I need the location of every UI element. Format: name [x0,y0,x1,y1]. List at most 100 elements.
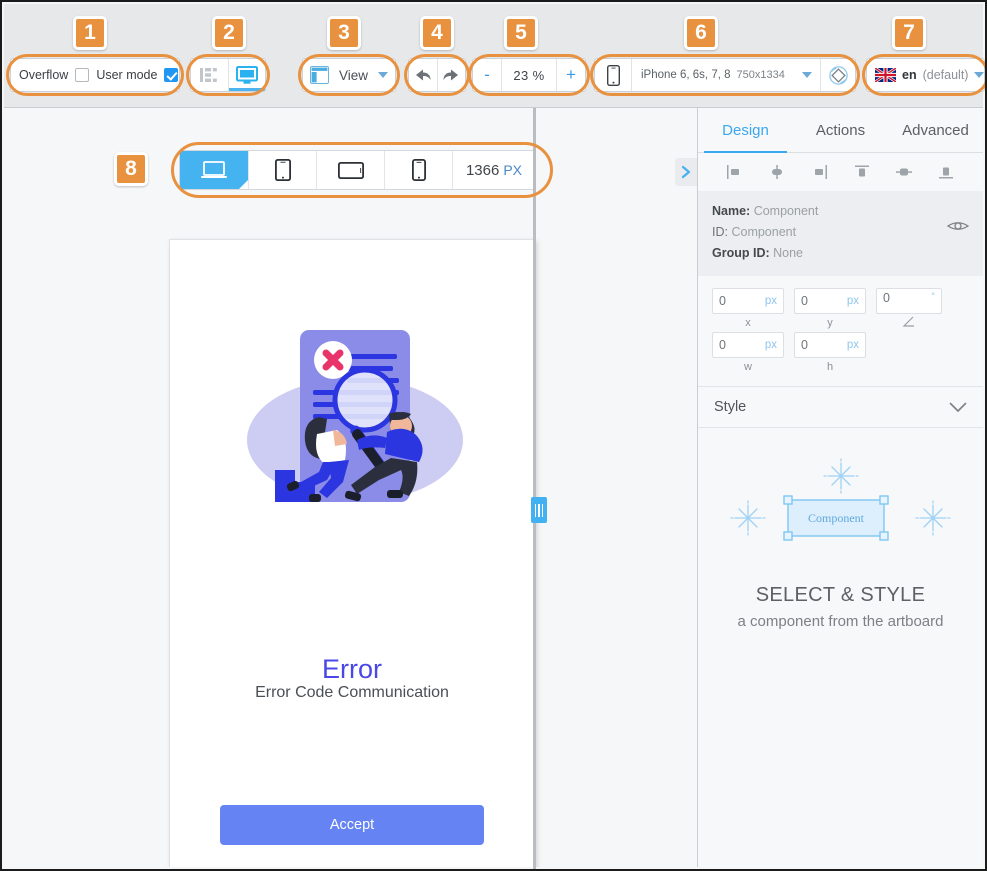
visibility-toggle[interactable] [946,219,970,238]
empty-state: Component SELECT & STYLE a component fro… [698,428,983,633]
align-bottom-button[interactable] [933,163,959,181]
align-middle-vertical-button[interactable] [891,163,917,181]
language-default-label: (default) [922,68,969,82]
canvas-right-edge [533,108,536,869]
zoom-in-button[interactable]: + [557,59,585,91]
device-resolution: 750x1334 [736,69,785,81]
meta-id-row: ID: Component [712,222,969,243]
field-rotation: 0 ° [876,288,942,330]
meta-group-label: Group ID: [712,246,770,260]
rotate-device-button[interactable] [820,59,855,91]
h-unit: px [846,339,859,351]
error-search-illustration [247,330,463,502]
align-top-icon [854,165,869,177]
meta-name-label: Name: [712,204,751,218]
language-code: en [902,68,917,82]
field-x: 0 px x [712,288,784,330]
empty-state-title: SELECT & STYLE [755,584,926,606]
alignment-toolbar [698,153,983,191]
error-title: Error [322,654,382,684]
rotation-unit: ° [931,291,935,301]
tree-view-icon [200,68,218,82]
badge-5: 5 [504,16,538,50]
badge-6: 6 [684,16,718,50]
align-right-icon [815,165,828,179]
zoom-out-button[interactable]: - [473,59,501,91]
breakpoint-tablet-landscape[interactable] [316,151,384,189]
user-mode-checkbox[interactable] [164,68,179,82]
y-value: 0 [801,294,808,308]
align-center-horizontal-icon [772,165,783,179]
view-mode-group [190,58,266,92]
redo-button[interactable] [436,59,466,91]
badge-8: 8 [114,152,148,186]
device-name: iPhone 6, 6s, 7, 8 [641,69,731,81]
user-mode-label: User mode [96,68,158,82]
tab-design[interactable]: Design [698,108,793,153]
view-dropdown[interactable]: View [302,58,396,92]
undo-arrow-icon [415,69,431,81]
accept-button[interactable]: Accept [220,805,484,845]
h-label: h [826,361,834,373]
breakpoint-width[interactable]: 1366 PX [452,151,535,189]
rotation-input[interactable]: 0 ° [876,288,942,314]
w-input[interactable]: 0 px [712,332,784,358]
align-center-horizontal-button[interactable] [764,163,790,181]
w-unit: px [764,339,777,351]
x-label: x [745,317,751,329]
tree-view-button[interactable] [191,59,228,91]
overflow-usermode-group: Overflow User mode [10,58,180,92]
undo-button[interactable] [409,59,437,91]
y-input[interactable]: 0 px [794,288,866,314]
artboard[interactable]: Error Error Code Communication Accept [169,239,535,867]
phone-icon [411,159,426,181]
badge-3: 3 [327,16,361,50]
chevron-down-icon [802,72,812,78]
badge-2: 2 [212,16,246,50]
device-dropdown[interactable]: iPhone 6, 6s, 7, 8 750x1334 [632,69,794,81]
overflow-checkbox[interactable] [75,68,90,82]
angle-icon [902,316,914,327]
chevron-down-icon [974,72,985,78]
laptop-icon [201,161,227,178]
canvas-resize-handle[interactable] [531,497,547,523]
geometry-fields: 0 px x 0 px y 0 ° 0 px w 0 px h [698,276,983,380]
redo-arrow-icon [443,69,459,81]
error-subtitle: Error Code Communication [255,684,449,701]
align-left-button[interactable] [722,163,748,181]
top-toolbar: Overflow User mode View - 23 % + iPhone … [4,4,985,108]
zoom-control-group: - 23 % + [472,58,586,92]
chevron-right-icon [681,165,690,179]
rotation-value: 0 [883,291,890,305]
align-right-button[interactable] [806,163,832,181]
device-chevron-button[interactable] [794,72,820,78]
language-selector[interactable]: en (default) [866,58,985,92]
chevron-down-icon [378,72,388,78]
tab-advanced[interactable]: Advanced [888,108,983,152]
breakpoint-phone[interactable] [384,151,452,189]
h-input[interactable]: 0 px [794,332,866,358]
meta-id-value: Component [731,225,797,239]
breakpoint-bar: 1366 PX [179,150,536,190]
meta-name-row: Name: Component [712,201,969,222]
properties-panel: Design Actions Advanced Name: Component … [698,108,983,867]
breakpoint-laptop[interactable] [180,151,248,189]
y-unit: px [846,295,859,307]
monitor-view-button[interactable] [227,59,265,91]
device-type-button[interactable] [595,59,632,91]
eye-icon [946,222,970,230]
style-section-header[interactable]: Style [698,386,983,428]
breakpoint-tablet[interactable] [248,151,316,189]
align-middle-vertical-icon [895,168,912,176]
align-top-button[interactable] [849,163,875,181]
panel-collapse-toggle[interactable] [675,158,697,186]
panel-tabs: Design Actions Advanced [698,108,983,153]
component-placeholder-label: Component [808,511,865,525]
canvas-stage: 1366 PX Error Error Code Communication A… [4,108,698,867]
rotation-label [876,316,942,330]
align-left-icon [727,165,740,179]
geometry-row-1: 0 px x 0 px y 0 ° [698,288,983,332]
tab-actions[interactable]: Actions [793,108,888,152]
uk-flag-icon [875,68,896,82]
x-input[interactable]: 0 px [712,288,784,314]
